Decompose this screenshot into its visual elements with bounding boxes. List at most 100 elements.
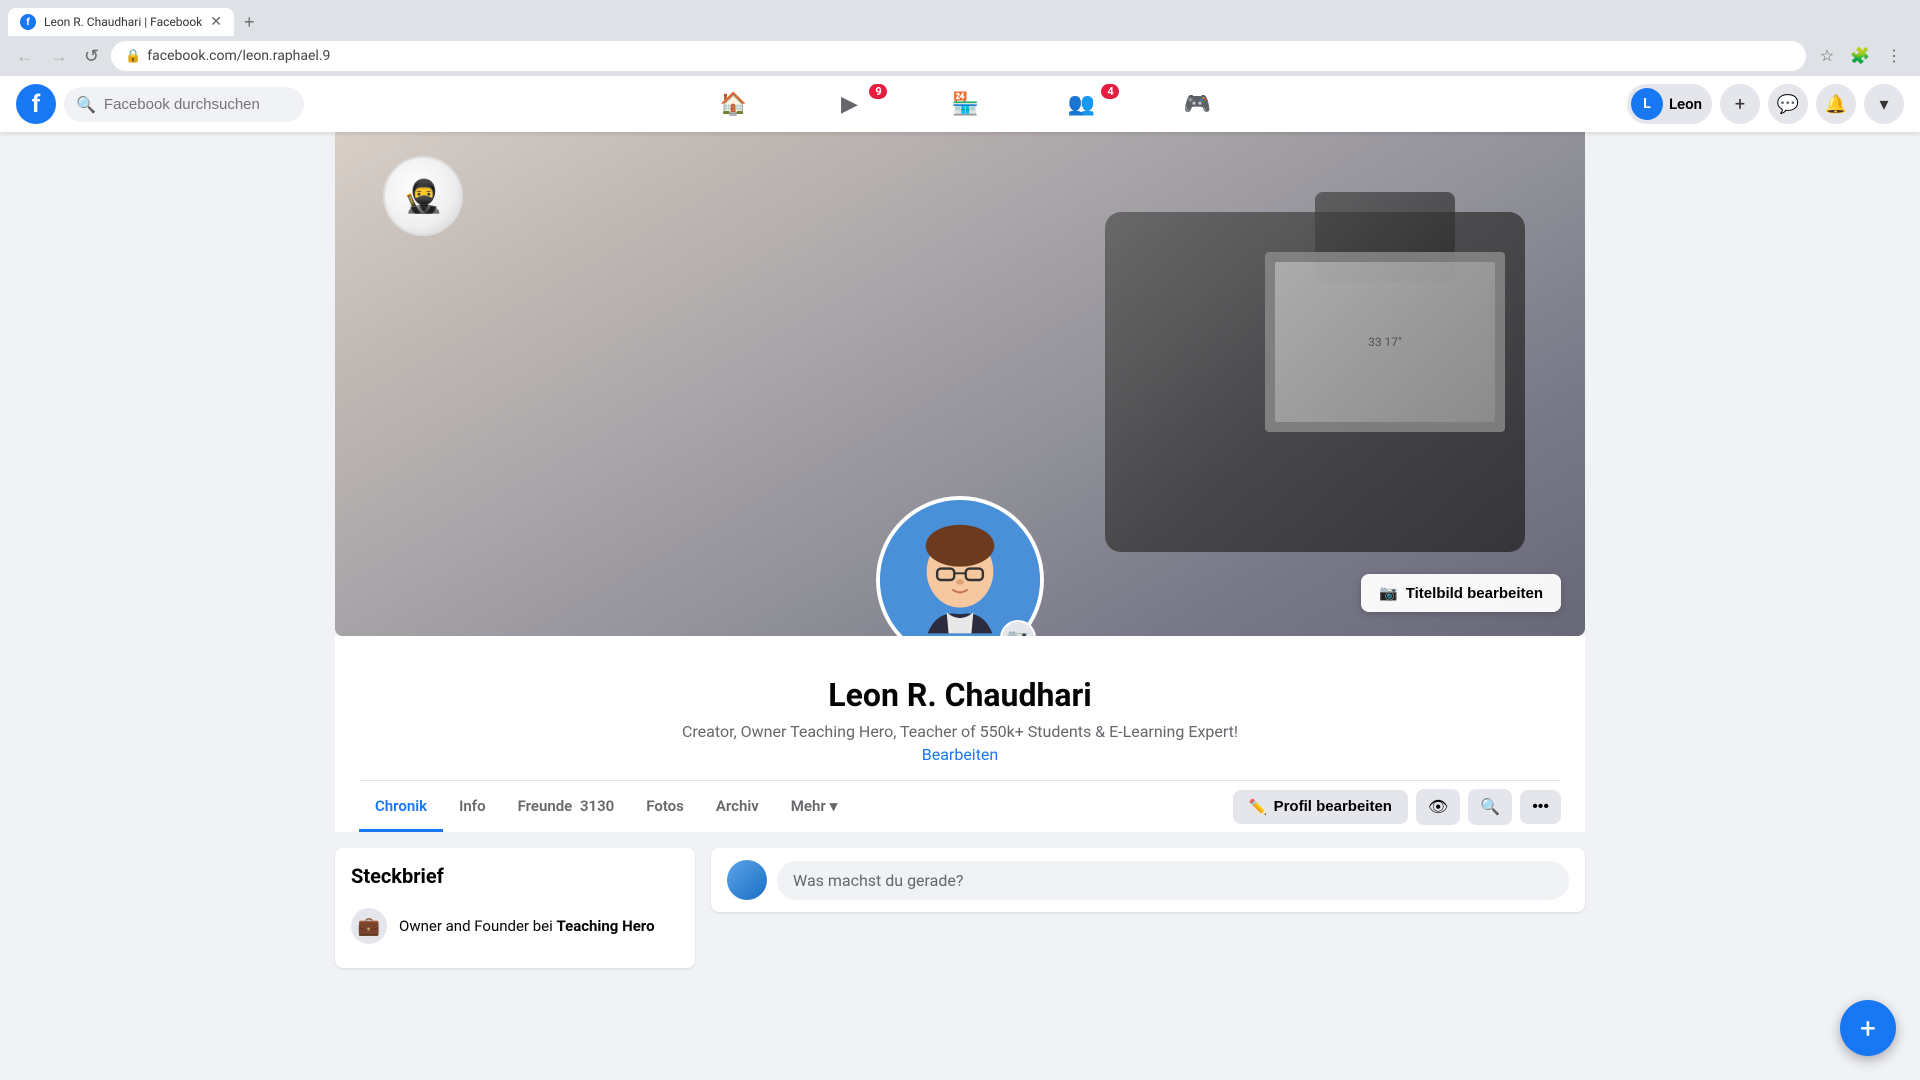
profile-content: Steckbrief 💼 Owner and Founder bei Teach… <box>335 832 1585 1000</box>
pencil-icon: ✏️ <box>1249 798 1268 816</box>
chevron-down-icon: ▾ <box>830 797 838 815</box>
create-button[interactable]: + <box>1720 84 1760 124</box>
camera-screen: 33 17" <box>1265 252 1505 432</box>
tab-chronik[interactable]: Chronik <box>359 781 443 832</box>
search-icon: 🔍 <box>76 95 96 114</box>
edit-bio-link[interactable]: Bearbeiten <box>335 745 1585 764</box>
profile-name: Leon R. Chaudhari <box>335 676 1585 714</box>
edit-profile-label: Profil bearbeiten <box>1274 798 1392 815</box>
menu-down-icon: ▾ <box>1879 94 1888 115</box>
company-name: Teaching Hero <box>556 917 654 935</box>
steckbrief-title: Steckbrief <box>351 864 679 888</box>
camera-icon: 📷 <box>1379 584 1398 602</box>
nav-groups-button[interactable]: 👥 4 <box>1025 80 1137 128</box>
avatar-svg <box>880 496 1040 636</box>
nav-gaming-button[interactable]: 🎮 <box>1141 80 1253 128</box>
messenger-icon: 💬 <box>1777 94 1799 115</box>
tab-freunde[interactable]: Freunde 3130 <box>502 781 631 832</box>
notifications-button[interactable]: 🔔 <box>1816 84 1856 124</box>
browser-chrome: f Leon R. Chaudhari | Facebook ✕ + ← → ↺… <box>0 0 1920 76</box>
groups-icon: 👥 <box>1068 92 1095 117</box>
cover-logo-area: 🥷 <box>383 156 463 236</box>
profile-container: 33 17" 🥷 📷 Titelbild bearbeiten <box>335 132 1585 1000</box>
work-item: 💼 Owner and Founder bei Teaching Hero <box>351 900 679 952</box>
user-avatar: L <box>1631 88 1663 120</box>
browser-menu-icon[interactable]: ⋮ <box>1880 42 1908 70</box>
address-bar: ← → ↺ 🔒 facebook.com/leon.raphael.9 ☆ 🧩 … <box>0 36 1920 76</box>
tab-close-button[interactable]: ✕ <box>210 14 222 30</box>
search-profile-icon: 🔍 <box>1480 797 1500 817</box>
nav-shop-button[interactable]: 🏪 <box>909 80 1021 128</box>
shop-icon: 🏪 <box>952 92 979 117</box>
profile-search-button[interactable]: 🔍 <box>1468 789 1512 825</box>
url-text: facebook.com/leon.raphael.9 <box>147 48 1791 64</box>
tab-archiv[interactable]: Archiv <box>700 781 775 832</box>
video-icon: ▶ <box>841 92 858 117</box>
url-bar[interactable]: 🔒 facebook.com/leon.raphael.9 <box>111 41 1806 71</box>
menu-button[interactable]: ▾ <box>1864 84 1904 124</box>
post-input[interactable]: Was machst du gerade? <box>777 861 1569 900</box>
camera-screen-inner: 33 17" <box>1275 262 1495 422</box>
cover-logo-image: 🥷 <box>383 156 463 236</box>
tab-favicon: f <box>20 14 36 30</box>
extension-icon[interactable]: 🧩 <box>1844 42 1876 70</box>
messenger-button[interactable]: 💬 <box>1768 84 1808 124</box>
profile-picture <box>876 496 1044 636</box>
nav-home-button[interactable]: 🏠 <box>677 80 789 128</box>
edit-cover-button[interactable]: 📷 Titelbild bearbeiten <box>1361 574 1561 612</box>
browser-actions: ☆ 🧩 ⋮ <box>1814 42 1908 70</box>
fb-navbar: f 🔍 🏠 ▶ 9 🏪 👥 4 🎮 L Leon + 💬 <box>0 76 1920 132</box>
post-avatar <box>727 860 767 900</box>
profile-picture-inner <box>880 500 1040 636</box>
fb-logo[interactable]: f <box>16 84 56 124</box>
tab-freunde-label: Freunde <box>518 797 573 815</box>
tab-bar: f Leon R. Chaudhari | Facebook ✕ + <box>0 0 1920 36</box>
home-icon: 🏠 <box>720 92 747 117</box>
star-icon[interactable]: ☆ <box>1814 42 1840 70</box>
profile-bio: Creator, Owner Teaching Hero, Teacher of… <box>335 722 1585 741</box>
left-column: Steckbrief 💼 Owner and Founder bei Teach… <box>335 848 695 984</box>
user-name: Leon <box>1669 95 1702 113</box>
cover-photo-area: 33 17" 🥷 📷 Titelbild bearbeiten <box>335 132 1585 636</box>
nav-video-button[interactable]: ▶ 9 <box>793 80 905 128</box>
search-input[interactable] <box>104 96 284 113</box>
refresh-button[interactable]: ↺ <box>80 42 103 71</box>
back-button[interactable]: ← <box>12 42 38 71</box>
camera-stats: 33 17" <box>1368 335 1402 349</box>
tab-title: Leon R. Chaudhari | Facebook <box>44 15 202 29</box>
video-badge: 9 <box>869 84 887 99</box>
work-icon: 💼 <box>351 908 387 944</box>
steckbrief-card: Steckbrief 💼 Owner and Founder bei Teach… <box>335 848 695 968</box>
fb-nav-center: 🏠 ▶ 9 🏪 👥 4 🎮 <box>304 80 1627 128</box>
fb-nav-right: L Leon + 💬 🔔 ▾ <box>1627 84 1904 124</box>
gaming-icon: 🎮 <box>1184 92 1211 117</box>
more-icon: ••• <box>1532 798 1549 816</box>
right-column: Was machst du gerade? <box>711 848 1585 984</box>
edit-cover-label: Titelbild bearbeiten <box>1406 585 1543 602</box>
profile-name-area: Leon R. Chaudhari Creator, Owner Teachin… <box>335 676 1585 780</box>
work-text: Owner and Founder bei Teaching Hero <box>399 917 655 935</box>
forward-button[interactable]: → <box>46 42 72 71</box>
eye-icon: 👁 <box>1428 797 1448 817</box>
groups-badge: 4 <box>1101 84 1119 99</box>
post-box: Was machst du gerade? <box>711 848 1585 912</box>
view-as-button[interactable]: 👁 <box>1416 789 1460 825</box>
tab-info[interactable]: Info <box>443 781 502 832</box>
profile-page: 33 17" 🥷 📷 Titelbild bearbeiten <box>0 132 1920 1080</box>
profile-more-button[interactable]: ••• <box>1520 790 1561 824</box>
profile-actions: ✏️ Profil bearbeiten 👁 🔍 ••• <box>1233 789 1561 825</box>
fb-search-bar[interactable]: 🔍 <box>64 87 304 122</box>
tab-mehr[interactable]: Mehr ▾ <box>775 781 854 832</box>
edit-profile-button[interactable]: ✏️ Profil bearbeiten <box>1233 790 1408 824</box>
tab-freunde-count: 3130 <box>580 797 614 815</box>
fab-button[interactable]: + <box>1840 1000 1896 1056</box>
profile-info-section: Leon R. Chaudhari Creator, Owner Teachin… <box>335 636 1585 832</box>
user-profile-button[interactable]: L Leon <box>1627 84 1712 124</box>
new-tab-button[interactable]: + <box>238 12 261 33</box>
tab-fotos[interactable]: Fotos <box>630 781 700 832</box>
profile-pic-wrapper: 📷 <box>876 496 1044 636</box>
profile-tabs: Chronik Info Freunde 3130 Fotos Archiv M… <box>335 781 1585 832</box>
post-box-top: Was machst du gerade? <box>727 860 1569 900</box>
active-tab[interactable]: f Leon R. Chaudhari | Facebook ✕ <box>8 8 234 36</box>
notifications-icon: 🔔 <box>1825 94 1847 115</box>
